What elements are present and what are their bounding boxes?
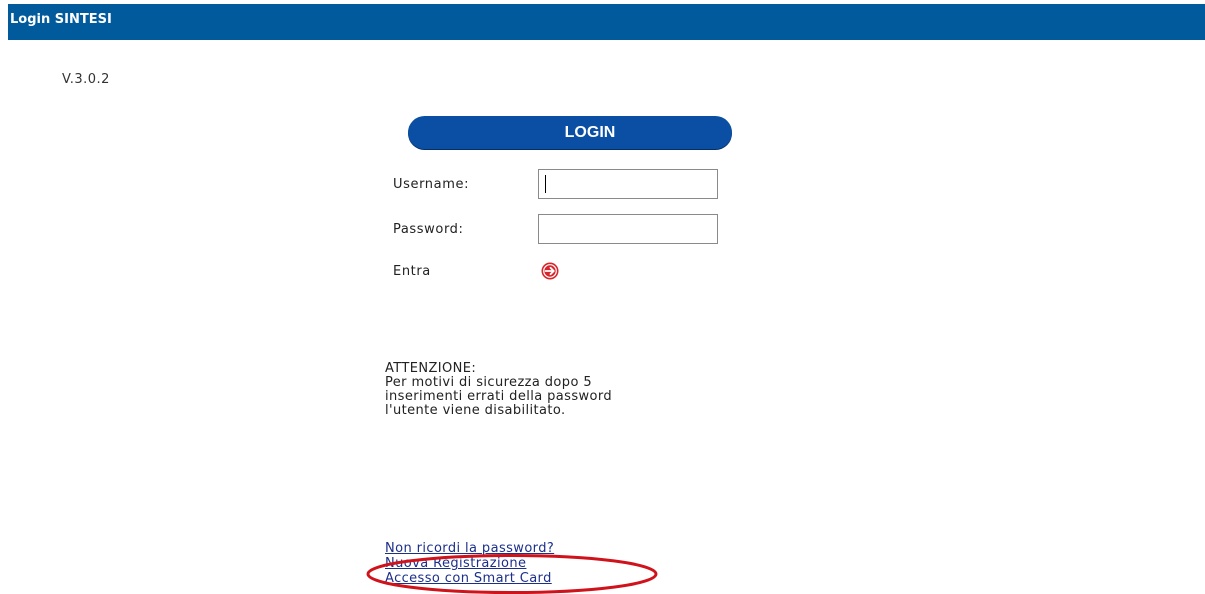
enter-label: Entra — [393, 264, 431, 279]
login-header: LOGIN — [408, 116, 732, 149]
window-title: Login SINTESI — [10, 12, 112, 27]
username-label: Username: — [393, 177, 470, 192]
new-registration-link[interactable]: Nuova Registrazione — [385, 556, 554, 571]
security-warning: ATTENZIONE: Per motivi di sicurezza dopo… — [385, 362, 612, 418]
window-titlebar: Login SINTESI — [8, 4, 1205, 40]
arrow-right-circle-icon[interactable] — [541, 262, 559, 280]
warning-line: ATTENZIONE: — [385, 361, 477, 376]
login-links: Non ricordi la password? Nuova Registraz… — [385, 541, 554, 586]
smart-card-access-link[interactable]: Accesso con Smart Card — [385, 571, 554, 586]
login-header-label: LOGIN — [564, 124, 616, 141]
login-page: Login SINTESI V.3.0.2 LOGIN Username: Pa… — [0, 0, 1205, 594]
forgot-password-link[interactable]: Non ricordi la password? — [385, 541, 554, 556]
username-input[interactable] — [538, 169, 718, 199]
warning-line: Per motivi di sicurezza dopo 5 — [385, 375, 592, 390]
password-label: Password: — [393, 222, 464, 237]
text-cursor — [545, 175, 546, 193]
warning-line: l'utente viene disabilitato. — [385, 403, 566, 418]
password-input[interactable] — [538, 214, 718, 244]
warning-line: inserimenti errati della password — [385, 389, 613, 404]
version-label: V.3.0.2 — [62, 72, 110, 87]
